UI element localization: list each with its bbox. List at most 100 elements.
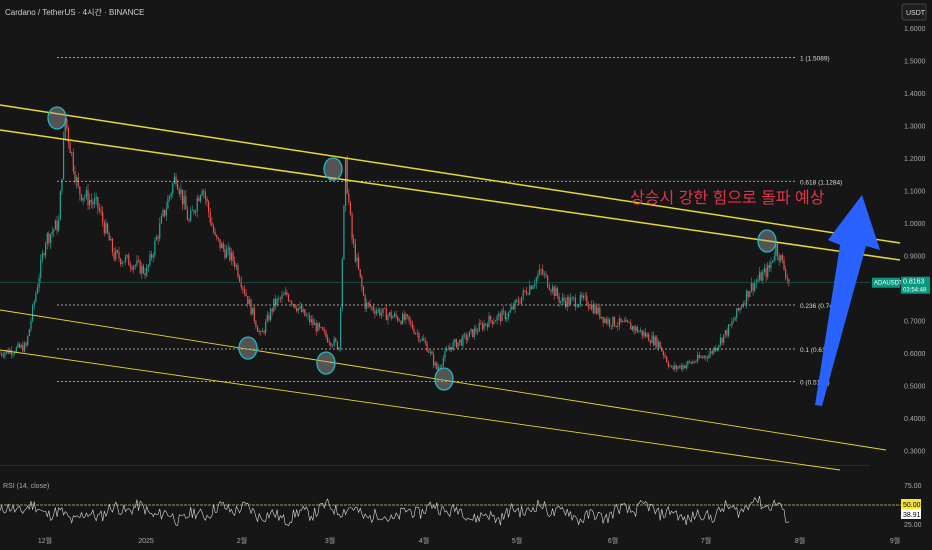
candle-body: [134, 265, 136, 267]
candle-body: [170, 193, 172, 197]
candle-body: [123, 261, 125, 263]
candle-body: [483, 323, 485, 330]
candle-body: [359, 269, 361, 277]
candle-body: [309, 315, 311, 323]
candle-body: [781, 255, 783, 260]
candle-body: [573, 297, 575, 298]
candle-body: [304, 309, 306, 316]
candle-body: [136, 260, 138, 266]
candle-body: [610, 325, 612, 327]
candle-body: [397, 316, 399, 321]
candle-body: [346, 158, 348, 194]
rsi-value: 38.91: [903, 512, 921, 519]
rsi-level: 50.00: [903, 502, 921, 509]
candle-body: [35, 293, 37, 302]
candle-body: [198, 198, 200, 202]
candle-body: [178, 189, 180, 194]
candle-body: [283, 294, 285, 296]
candle-body: [571, 297, 573, 298]
candle-body: [310, 319, 312, 323]
candle-body: [754, 283, 756, 291]
candle-body: [291, 301, 293, 305]
candle-body: [503, 310, 505, 312]
candle-body: [172, 183, 174, 194]
candle-body: [147, 265, 149, 268]
candle-body: [780, 255, 782, 262]
candle-body: [428, 351, 430, 353]
candle-body: [219, 239, 221, 249]
candle-body: [556, 288, 559, 297]
candle-body: [353, 239, 355, 244]
candle-body: [600, 316, 603, 319]
candle-body: [144, 272, 146, 276]
candle-body: [242, 287, 244, 289]
candle-body: [532, 286, 534, 290]
candle-body: [672, 366, 674, 370]
candle-body: [49, 234, 52, 243]
candle-body: [279, 298, 281, 299]
candle-body: [441, 365, 443, 367]
candle-body: [222, 243, 224, 249]
candle-body: [530, 285, 532, 290]
candle-body: [763, 268, 766, 273]
candle-body: [92, 202, 94, 205]
candle-body: [160, 216, 162, 224]
y-tick-label: 1.2000: [904, 156, 926, 163]
candle-body: [361, 276, 363, 287]
candle-body: [281, 295, 283, 299]
candle-body: [654, 336, 656, 346]
candle-body: [395, 313, 397, 317]
candle-body: [692, 361, 694, 364]
candle-body: [263, 330, 265, 333]
candle-body: [623, 321, 625, 322]
candle-body: [12, 353, 14, 355]
candle-body: [152, 255, 154, 258]
candle-body: [594, 305, 596, 314]
candle-body: [504, 311, 506, 320]
price-chart[interactable]: USDT 1.6000 1.5000 1.4000 1.3000 1.2000 1.1000…: [0, 0, 932, 550]
candle-body: [175, 176, 177, 184]
candle-body: [677, 367, 679, 369]
candle-body: [150, 254, 153, 258]
candle-body: [690, 361, 692, 364]
candle-body: [625, 320, 627, 322]
candle-body: [424, 340, 427, 344]
candle-body: [261, 330, 264, 333]
candle-body: [538, 269, 541, 275]
candle-body: [328, 342, 330, 344]
candle-body: [450, 346, 453, 350]
candle-body: [51, 231, 53, 235]
candle-body: [230, 252, 233, 261]
chart-title: Cardano / TetherUS · 4시간 · BINANCE: [5, 8, 145, 17]
fib-label: 0.618 (1.1284): [800, 179, 842, 186]
candle-body: [659, 341, 661, 349]
symbol-label: ADAUSDT: [874, 281, 903, 287]
candle-body: [711, 351, 713, 354]
candle-body: [98, 207, 101, 211]
candle-body: [22, 344, 24, 352]
candle-body: [708, 354, 710, 359]
candle-body: [356, 257, 358, 262]
candle-body: [468, 331, 471, 338]
candle-body: [737, 308, 739, 311]
candle-body: [367, 302, 369, 304]
channel-line: [0, 349, 841, 471]
y-tick-label: 1.3000: [904, 124, 926, 131]
candle-body: [783, 259, 785, 270]
candle-body: [103, 222, 105, 234]
candle-body: [333, 338, 335, 346]
candle-body: [599, 307, 601, 319]
candle-body: [736, 308, 738, 318]
candle-body: [494, 320, 497, 322]
candle-body: [255, 321, 257, 328]
candle-body: [284, 292, 286, 295]
y-tick-label: 0.3000: [904, 449, 926, 456]
chart-container[interactable]: USDT 1.6000 1.5000 1.4000 1.3000 1.2000 1.1000…: [0, 0, 932, 550]
candle-body: [216, 234, 218, 238]
y-tick-label: 0.6000: [904, 351, 926, 358]
candle-body: [405, 314, 407, 320]
candle-body: [475, 328, 477, 332]
candle-body: [286, 292, 288, 295]
candle-body: [146, 267, 148, 276]
candle-body: [446, 349, 448, 351]
